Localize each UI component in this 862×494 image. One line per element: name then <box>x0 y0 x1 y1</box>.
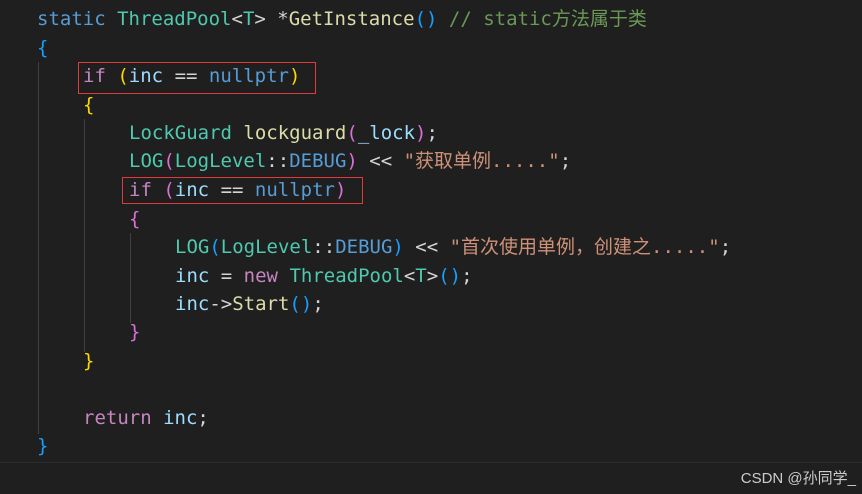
brace-open: { <box>37 37 49 59</box>
enum-debug: DEBUG <box>289 150 347 172</box>
scope-operator: :: <box>312 236 336 258</box>
template-param: T <box>415 265 427 287</box>
code-line-1[interactable]: static ThreadPool<T> *GetInstance() // s… <box>37 5 647 33</box>
code-line-5[interactable]: LockGuard lockguard(_lock); <box>129 119 438 147</box>
call-parens: () <box>438 265 462 287</box>
enum-debug: DEBUG <box>335 236 393 258</box>
var-lockguard: lockguard <box>243 122 347 144</box>
pointer-star: * <box>265 8 289 30</box>
code-line-10[interactable]: inc = new ThreadPool<T>(); <box>175 262 473 290</box>
code-line-12[interactable]: } <box>129 318 140 346</box>
highlight-box-outer-if <box>78 62 316 94</box>
arg-lock: _lock <box>357 122 416 144</box>
code-line-9[interactable]: LOG(LogLevel::DEBUG) << "首次使用单例，创建之.....… <box>175 233 731 261</box>
paren-close: ) <box>392 236 404 258</box>
operator-assign: = <box>209 265 244 287</box>
class-name: ThreadPool <box>289 265 404 287</box>
keyword-new: new <box>243 265 278 287</box>
scope-operator: :: <box>266 150 290 172</box>
brace-open: { <box>129 208 141 230</box>
enum-loglevel: LogLevel <box>174 150 267 172</box>
macro-log: LOG <box>129 150 164 172</box>
template-open: < <box>403 265 416 287</box>
class-name: ThreadPool <box>117 8 232 30</box>
code-line-13[interactable]: } <box>83 347 94 375</box>
semicolon: ; <box>197 407 209 429</box>
var-inc: inc <box>163 407 198 429</box>
template-close: > <box>254 8 266 30</box>
semicolon: ; <box>312 293 324 315</box>
paren-open: ( <box>346 122 358 144</box>
brace-open: { <box>83 94 95 116</box>
semicolon: ; <box>719 236 732 258</box>
paren-open: ( <box>209 236 221 258</box>
stream-operator: << <box>403 236 450 258</box>
template-param: T <box>242 8 255 30</box>
indent-guide-level-2 <box>84 119 85 352</box>
paren-open: ( <box>163 150 175 172</box>
code-line-11[interactable]: inc->Start(); <box>175 290 324 318</box>
stream-operator: << <box>357 150 404 172</box>
footer-bar <box>0 462 862 494</box>
comment: // static方法属于类 <box>448 8 647 30</box>
method-start: Start <box>232 293 290 315</box>
code-line-16[interactable]: } <box>37 432 48 460</box>
indent-guide-level-3 <box>130 233 131 323</box>
code-line-8[interactable]: { <box>129 205 140 233</box>
semicolon: ; <box>559 150 572 172</box>
function-name: GetInstance <box>288 8 415 30</box>
brace-close: } <box>37 435 49 457</box>
code-line-2[interactable]: { <box>37 34 48 62</box>
function-parens: () <box>414 8 438 30</box>
call-parens: () <box>289 293 313 315</box>
paren-close: ) <box>346 150 358 172</box>
code-line-4[interactable]: { <box>83 91 94 119</box>
brace-close: } <box>129 321 141 343</box>
indent-guide-level-1 <box>38 62 39 434</box>
var-inc: inc <box>175 265 210 287</box>
brace-close: } <box>83 350 95 372</box>
string-literal: "首次使用单例，创建之....." <box>449 236 720 258</box>
keyword-static: static <box>37 8 106 30</box>
highlight-box-inner-if <box>122 177 363 204</box>
paren-close: ) <box>415 122 427 144</box>
csdn-watermark: CSDN @孙同学_ <box>740 470 856 487</box>
string-literal: "获取单例....." <box>403 150 560 172</box>
arrow-operator: -> <box>209 293 233 315</box>
template-open: < <box>231 8 243 30</box>
code-line-6[interactable]: LOG(LogLevel::DEBUG) << "获取单例....."; <box>129 147 571 175</box>
var-inc: inc <box>175 293 210 315</box>
semicolon: ; <box>426 122 438 144</box>
code-editor[interactable]: static ThreadPool<T> *GetInstance() // s… <box>0 0 862 462</box>
semicolon: ; <box>461 265 473 287</box>
template-close: > <box>426 265 439 287</box>
keyword-return: return <box>83 407 152 429</box>
code-line-15[interactable]: return inc; <box>83 404 209 432</box>
macro-log: LOG <box>175 236 210 258</box>
type-lockguard: LockGuard <box>129 122 232 144</box>
enum-loglevel: LogLevel <box>220 236 313 258</box>
